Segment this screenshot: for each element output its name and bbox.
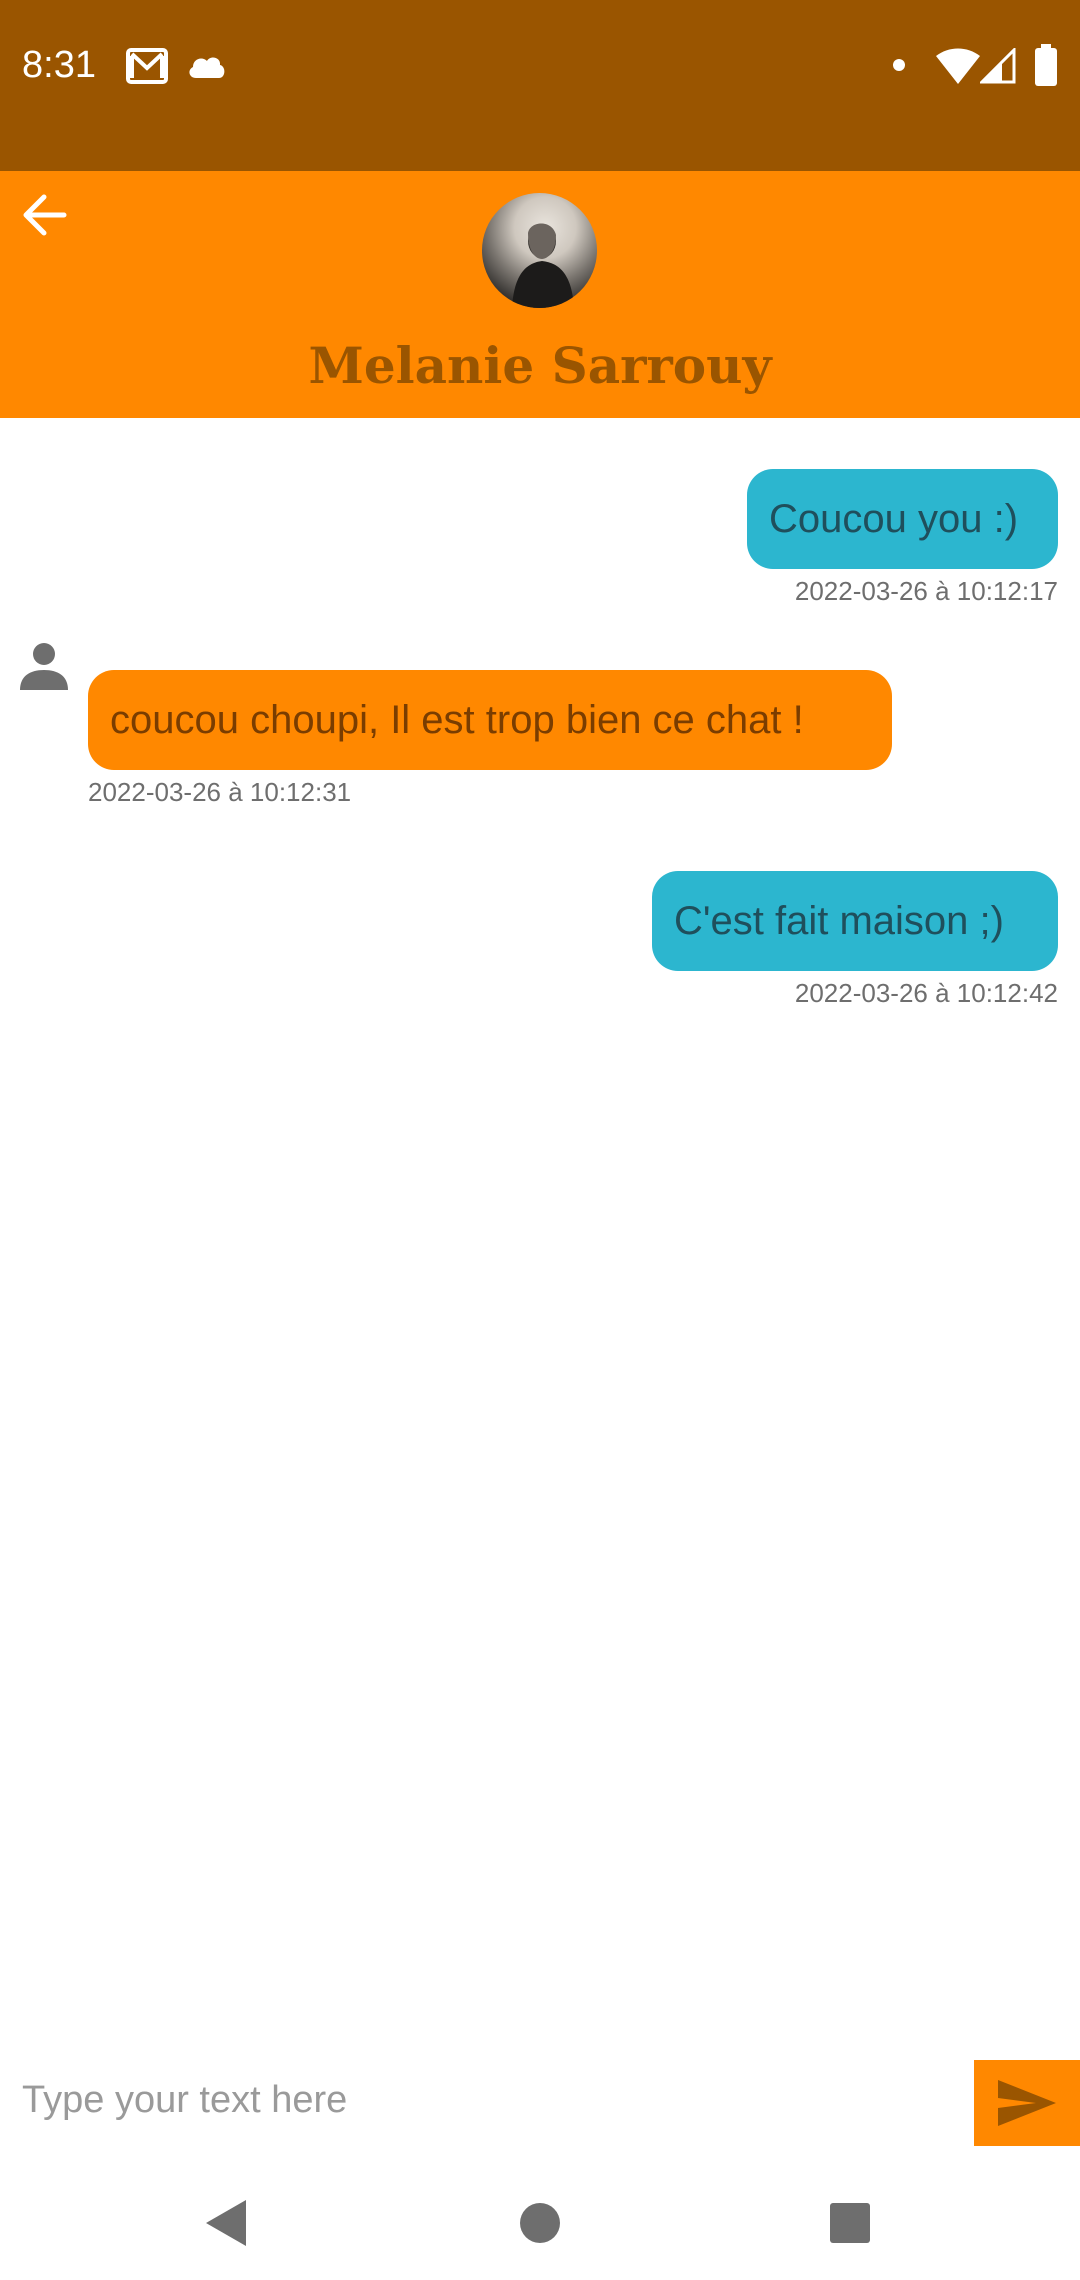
message-text: C'est fait maison ;) xyxy=(674,898,1004,943)
status-time: 8:31 xyxy=(22,44,96,86)
message-timestamp: 2022-03-26 à 10:12:42 xyxy=(794,978,1058,1008)
avatar-photo xyxy=(512,223,574,308)
home-circle-icon[interactable] xyxy=(518,2198,562,2248)
back-triangle-icon[interactable] xyxy=(204,2198,248,2248)
chat-header: Melanie Sarrouy xyxy=(0,171,1080,418)
message-timestamp: 2022-03-26 à 10:12:31 xyxy=(88,777,352,807)
send-button[interactable] xyxy=(974,2060,1080,2146)
message-bubble-outgoing[interactable]: C'est fait maison ;) xyxy=(652,871,1058,971)
message-bubble-incoming[interactable]: coucou choupi, Il est trop bien ce chat … xyxy=(88,670,892,770)
arrow-left-icon[interactable] xyxy=(16,187,72,243)
message-text: Coucou you :) xyxy=(769,496,1019,541)
send-icon xyxy=(998,2080,1056,2126)
person-icon xyxy=(20,643,68,690)
battery-icon xyxy=(1035,44,1057,86)
recents-square-icon[interactable] xyxy=(828,2198,872,2248)
signal-icon xyxy=(980,48,1016,84)
contact-avatar[interactable] xyxy=(482,193,597,308)
message-input[interactable] xyxy=(22,2068,952,2132)
wifi-icon xyxy=(936,48,980,84)
dot-icon xyxy=(893,59,905,71)
message-bubble-outgoing[interactable]: Coucou you :) xyxy=(747,469,1058,569)
message-text: coucou choupi, Il est trop bien ce chat … xyxy=(110,697,804,742)
status-bar: 8:31 xyxy=(0,0,1080,171)
system-nav-bar xyxy=(0,2170,1080,2280)
cloud-icon xyxy=(189,57,225,78)
gmail-icon xyxy=(126,48,168,84)
message-timestamp: 2022-03-26 à 10:12:17 xyxy=(794,576,1058,606)
contact-name: Melanie Sarrouy xyxy=(308,336,772,395)
